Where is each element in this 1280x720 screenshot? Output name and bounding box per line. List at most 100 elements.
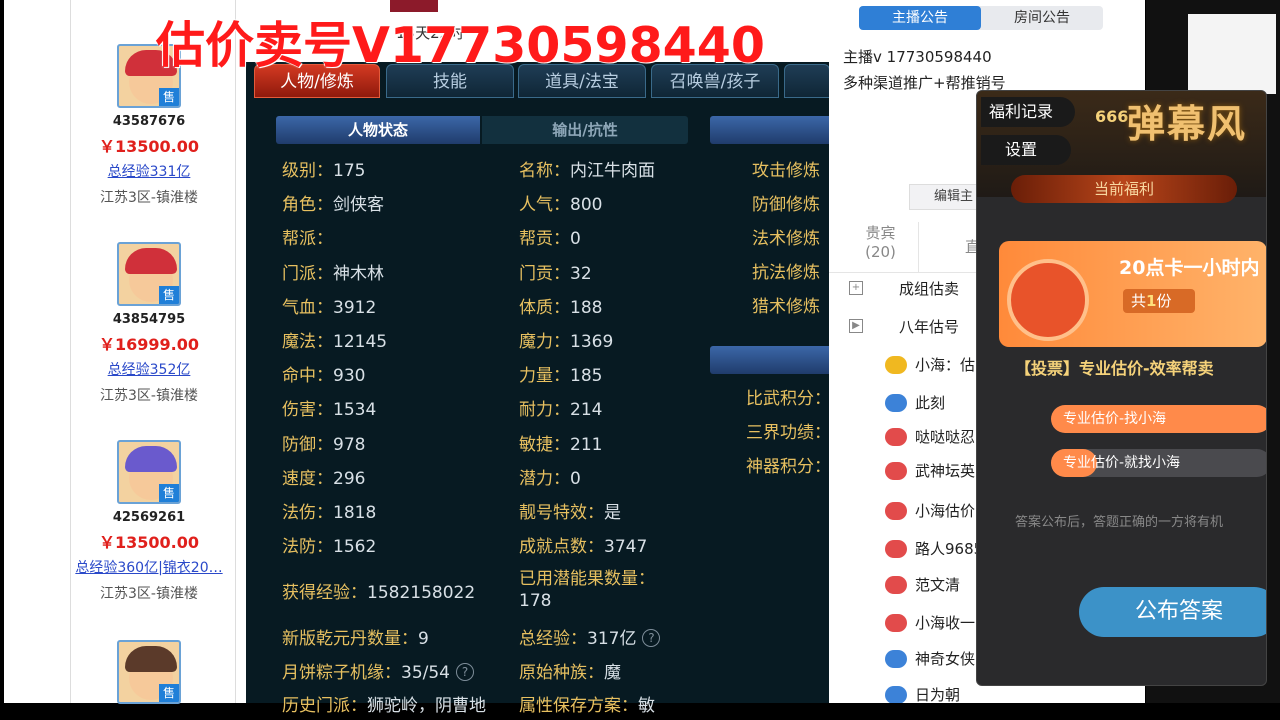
listing-id: 43587676 xyxy=(112,114,186,129)
gamepad-icon xyxy=(885,650,907,668)
stat-cake: 月饼粽子机缘：35/54? xyxy=(282,658,474,683)
cultivation-resist: 抗法修炼 xyxy=(752,263,820,283)
edit-button[interactable]: 编辑主 xyxy=(909,184,979,210)
vote-option-2[interactable]: 专业估价-就找小海 xyxy=(1051,449,1266,477)
viewer-name: 路人9685 xyxy=(915,540,984,558)
viewer-name: 武神坛英 xyxy=(915,462,976,480)
gift-count: 共1份 xyxy=(1123,289,1195,313)
avatar[interactable]: 售 xyxy=(117,440,181,504)
listing-server: 江苏3区-镇淮楼 xyxy=(100,190,198,206)
gamepad-icon xyxy=(885,462,907,480)
vip-tab[interactable]: 贵宾 (20) xyxy=(843,222,919,272)
gamepad-icon xyxy=(885,686,907,703)
cultivation-magic: 法术修炼 xyxy=(752,229,820,249)
viewer-name: 小海收一 xyxy=(915,614,976,632)
publish-answer-button[interactable]: 公布答案 xyxy=(1079,587,1266,637)
help-icon[interactable]: ? xyxy=(642,629,661,647)
stat-attr: 属性保存方案：敏 xyxy=(519,696,655,716)
listing-id: 43854795 xyxy=(112,312,186,327)
stat-row: 潜力：0 xyxy=(519,468,581,489)
stat-row: 力量：185 xyxy=(519,366,603,387)
listing-id: 42569261 xyxy=(112,510,186,525)
gamepad-icon xyxy=(885,394,907,412)
listing-card[interactable]: 售 43854795 ￥16999.00 总经验352亿 江苏3区-镇淮楼 xyxy=(66,242,232,405)
gift-title: 20点卡一小时内 xyxy=(1119,257,1260,279)
gamepad-icon xyxy=(885,502,907,520)
stat-total-exp: 总经验：317亿? xyxy=(519,624,661,649)
vote-option-1[interactable]: 专业估价-找小海 xyxy=(1051,405,1266,433)
vote-title: 【投票】专业估价-效率帮卖 xyxy=(1015,359,1214,378)
gamepad-icon xyxy=(885,356,907,374)
listing-exp-link[interactable]: 总经验331亿 xyxy=(66,161,232,181)
stat-row: 角色：剑侠客 xyxy=(282,195,384,216)
stat-row: 名称：内江牛肉面 xyxy=(519,161,655,181)
score-merit: 三界功绩： xyxy=(746,423,831,443)
stat-row: 命中：930 xyxy=(282,366,366,387)
welfare-popup: 666 弹幕风 福利记录 设置 当前福利 20点卡一小时内 共1份 【投票】专业… xyxy=(976,90,1267,686)
stat-row: 速度：296 xyxy=(282,468,366,489)
stat-row: 法伤：1818 xyxy=(282,503,377,523)
subtab-cultivation[interactable] xyxy=(710,116,830,144)
viewer-name: 成组估卖 xyxy=(899,280,960,298)
stat-potion: 已用潜能果数量： 178 xyxy=(519,569,655,611)
stat-exp: 获得经验：1582158022 xyxy=(282,583,476,603)
tab-room-notice[interactable]: 房间公告 xyxy=(981,6,1103,30)
cultivation-attack: 攻击修炼 xyxy=(752,161,820,181)
sale-watermark: 估价卖号V17730598440 xyxy=(156,17,765,74)
viewer-name: 哒哒哒忍 xyxy=(915,428,976,446)
current-welfare-label: 当前福利 xyxy=(1011,175,1237,203)
sale-badge: 售 xyxy=(159,484,179,502)
stat-race: 原始种族：魔 xyxy=(519,663,621,683)
listing-card[interactable]: 售 42569261 ￥13500.00 总经验360亿|锦衣20… 江苏3区-… xyxy=(66,440,232,603)
sale-badge: 售 xyxy=(159,286,179,304)
tab-more[interactable] xyxy=(784,64,830,98)
tab-anchor-notice[interactable]: 主播公告 xyxy=(859,6,981,30)
viewer-name: 范文清 xyxy=(915,576,961,594)
answer-note: 答案公布后，答题正确的一方将有机 xyxy=(1015,515,1224,530)
subtab-scores[interactable] xyxy=(710,346,830,374)
gamepad-icon xyxy=(885,614,907,632)
viewer-name: 小海：估 xyxy=(915,356,976,374)
sale-badge: 售 xyxy=(159,88,179,106)
listing-server: 江苏3区-镇淮楼 xyxy=(100,586,198,602)
avatar[interactable]: 售 xyxy=(117,242,181,306)
stat-row: 靓号特效：是 xyxy=(519,503,621,523)
play-icon[interactable]: ▶ xyxy=(849,319,863,333)
listing-price: ￥16999.00 xyxy=(98,335,199,354)
avatar[interactable]: 售 xyxy=(117,640,181,704)
viewer-name: 神奇女侠 xyxy=(915,650,976,668)
listing-exp-link[interactable]: 总经验360亿|锦衣20… xyxy=(66,557,232,577)
stat-row: 敏捷：211 xyxy=(519,434,603,455)
brand-text: 666 xyxy=(1095,107,1129,126)
stat-dan: 新版乾元丹数量：9 xyxy=(282,629,429,649)
score-pvp: 比武积分： xyxy=(746,389,831,409)
preview-thumbnail[interactable] xyxy=(1188,14,1276,94)
subtab-status[interactable]: 人物状态 xyxy=(276,116,480,144)
stat-row: 体质：188 xyxy=(519,297,603,318)
stat-row: 气血：3912 xyxy=(282,297,377,318)
listing-card[interactable]: 售 xyxy=(66,640,232,704)
settings-button[interactable]: 设置 xyxy=(981,135,1071,165)
help-icon[interactable]: ? xyxy=(456,663,474,681)
stat-row: 人气：800 xyxy=(519,195,603,216)
viewer-name: 此刻 xyxy=(915,394,946,412)
stat-row: 帮派： xyxy=(282,229,333,250)
stat-row: 门贡：32 xyxy=(519,263,592,284)
stat-row: 魔力：1369 xyxy=(519,332,614,352)
cultivation-hunt: 猎术修炼 xyxy=(752,297,820,317)
banner-title: 弹幕风 xyxy=(1127,102,1248,146)
stat-row: 级别：175 xyxy=(282,161,366,181)
stat-history: 历史门派：狮驼岭，阴曹地 xyxy=(282,696,486,716)
gamepad-icon xyxy=(885,428,907,446)
anchor-contact: 主播v 17730598440 xyxy=(843,48,992,66)
stat-row: 耐力：214 xyxy=(519,400,603,421)
stat-row: 伤害：1534 xyxy=(282,400,377,421)
add-icon[interactable]: + xyxy=(849,281,863,295)
stat-row: 成就点数：3747 xyxy=(519,537,648,558)
listing-exp-link[interactable]: 总经验352亿 xyxy=(66,359,232,379)
viewer-name: 八年估号 xyxy=(899,318,960,336)
welfare-record-button[interactable]: 福利记录 xyxy=(981,97,1075,127)
subtab-output[interactable]: 输出/抗性 xyxy=(482,116,688,144)
stat-row: 门派：神木林 xyxy=(282,263,384,284)
gamepad-icon xyxy=(885,576,907,594)
